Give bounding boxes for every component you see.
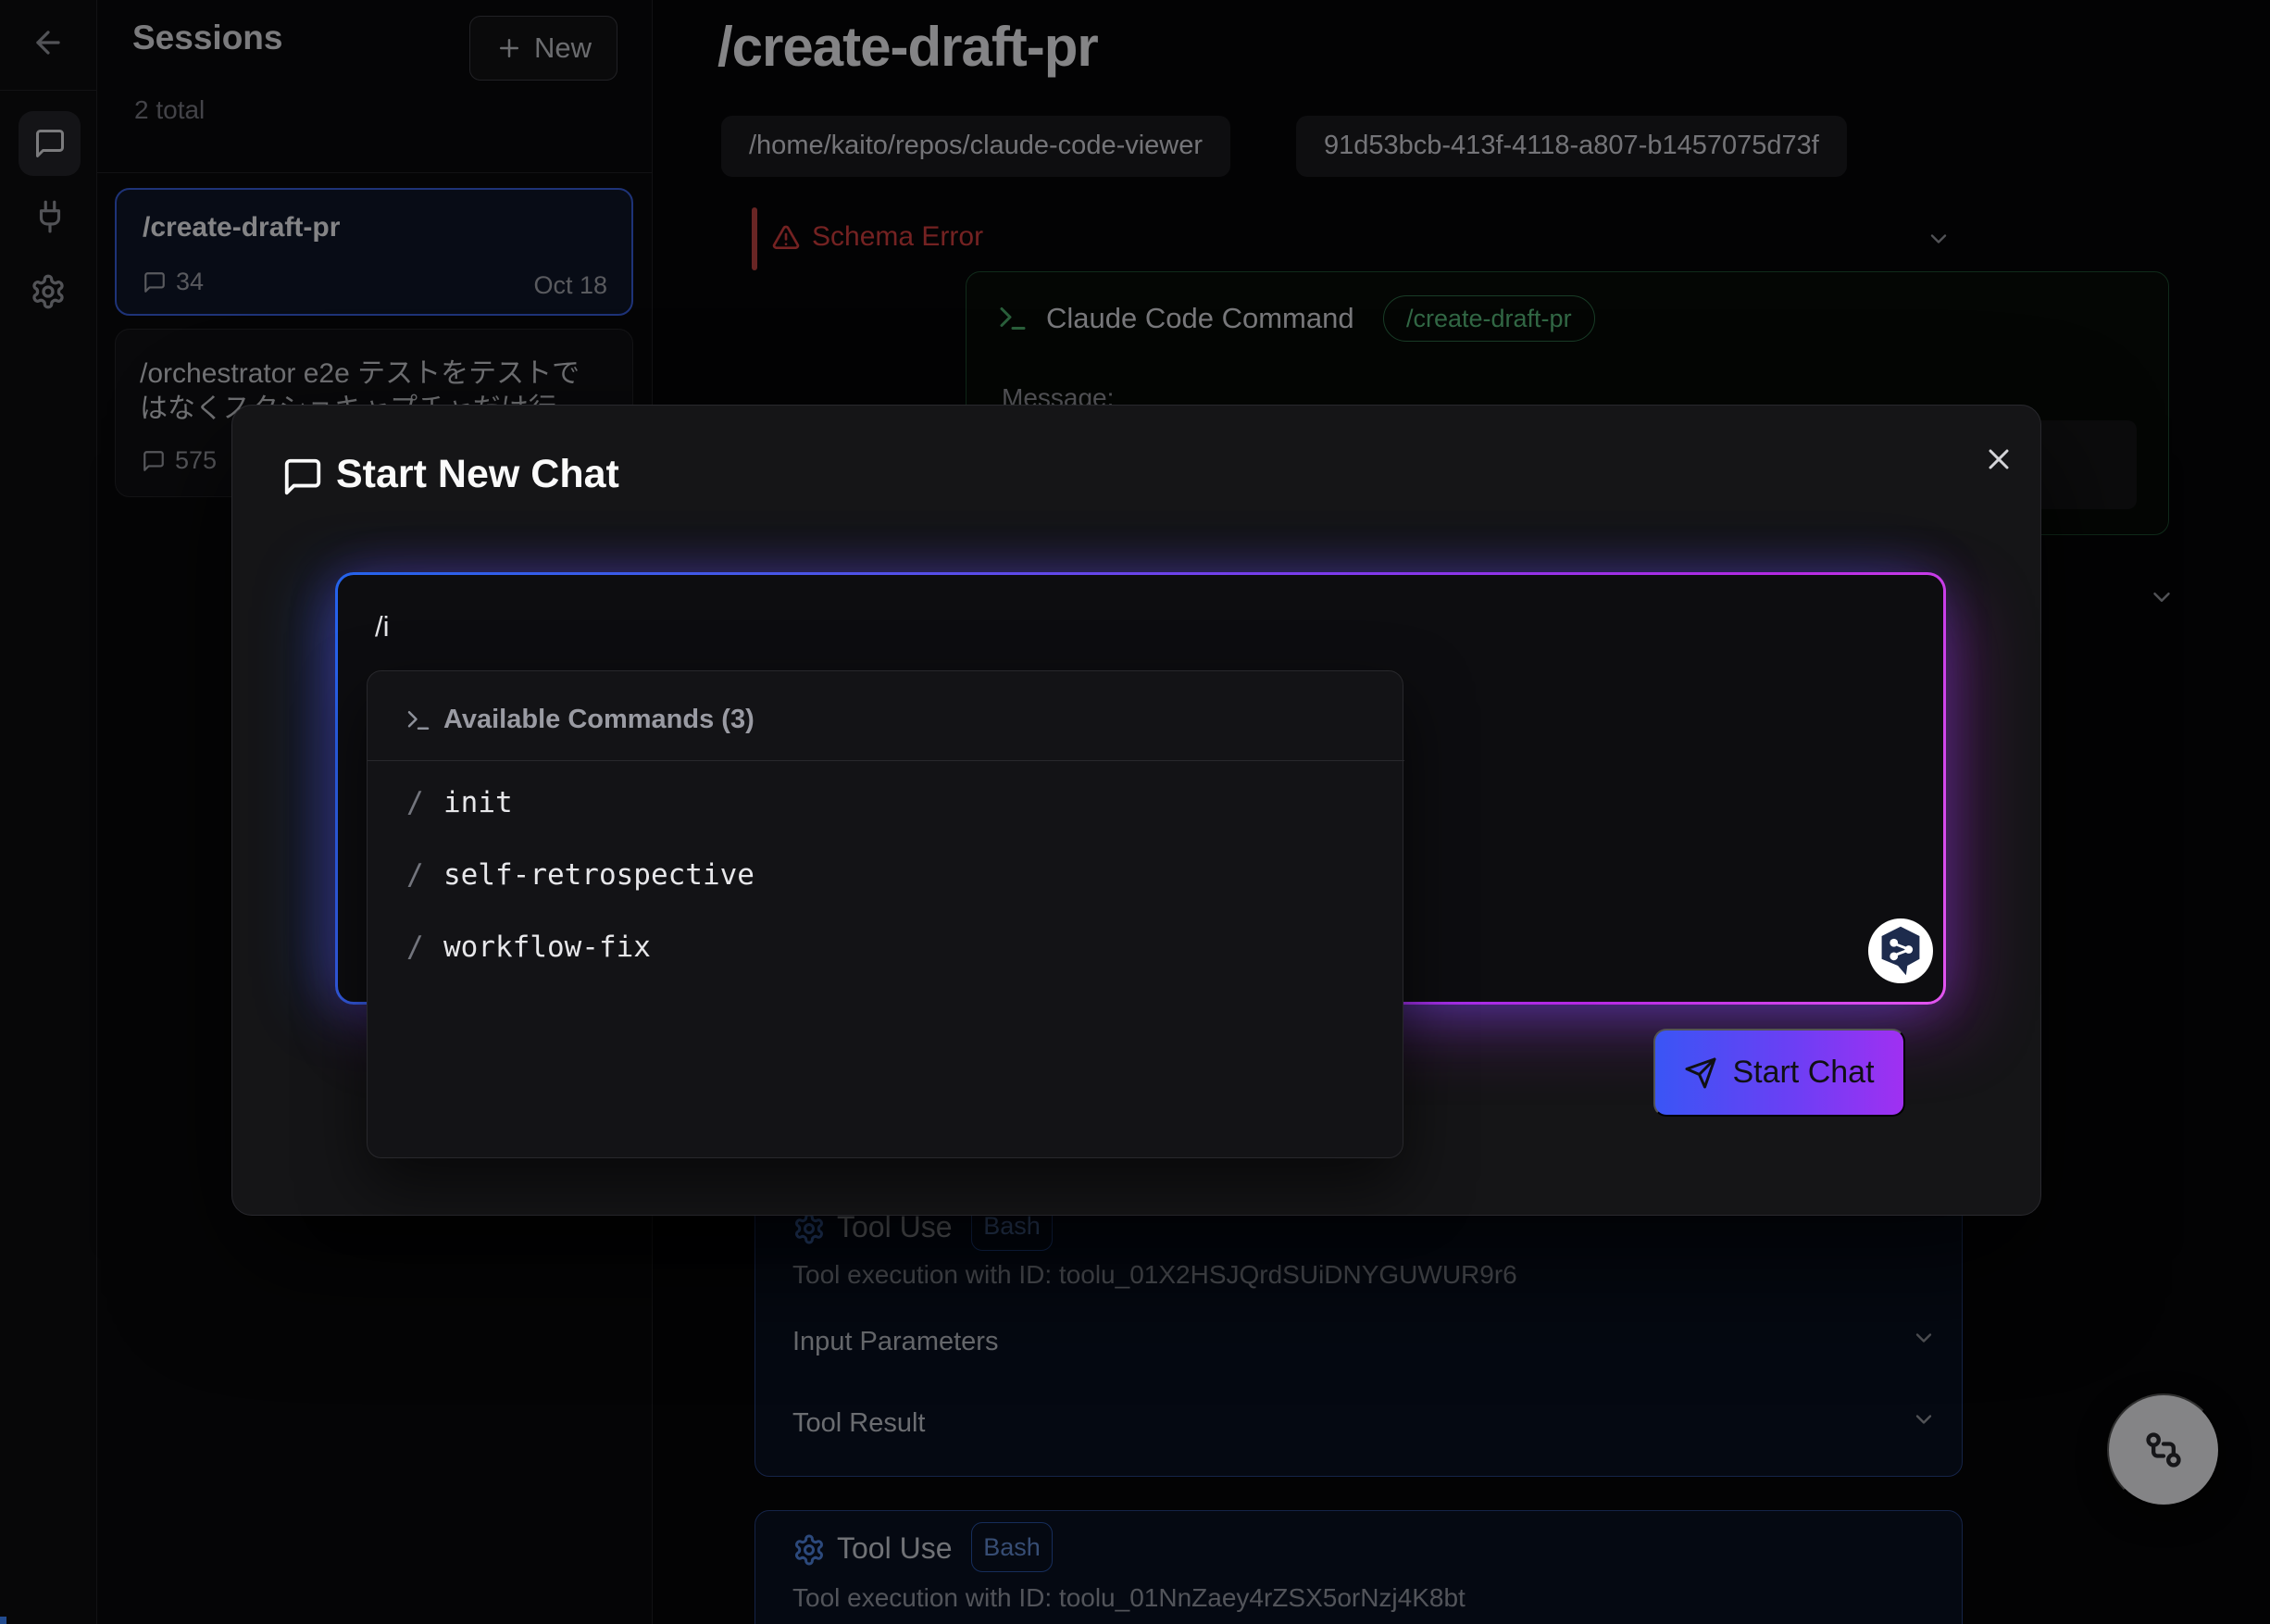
command-prefix: / xyxy=(406,931,424,964)
start-chat-button[interactable]: Start Chat xyxy=(1653,1029,1905,1117)
command-name: workflow-fix xyxy=(443,931,651,964)
command-name: self-retrospective xyxy=(443,858,755,892)
send-icon xyxy=(1684,1056,1717,1090)
message-square-icon xyxy=(281,456,324,498)
modal-title: Start New Chat xyxy=(336,452,619,497)
command-option-workflow-fix[interactable]: / workflow-fix xyxy=(368,918,1404,979)
command-prefix: / xyxy=(406,786,424,819)
app-logo-badge[interactable] xyxy=(1868,918,1933,983)
close-icon xyxy=(1982,443,2015,476)
dropdown-divider xyxy=(368,760,1404,761)
available-commands-header: Available Commands (3) xyxy=(443,705,755,735)
command-option-init[interactable]: / init xyxy=(368,773,1404,834)
start-new-chat-modal: Start New Chat /i Available Commands (3)… xyxy=(231,405,2041,1216)
chat-input-value: /i xyxy=(375,610,390,643)
command-name: init xyxy=(443,786,513,819)
command-prefix: / xyxy=(406,858,424,892)
start-chat-label: Start Chat xyxy=(1732,1055,1874,1091)
app-root: Sessions New 2 total /create-draft-pr 34… xyxy=(0,0,2270,1624)
close-button[interactable] xyxy=(1977,437,2021,481)
commands-dropdown: Available Commands (3) / init / self-ret… xyxy=(367,670,1403,1158)
terminal-icon xyxy=(405,706,432,734)
command-option-self-retrospective[interactable]: / self-retrospective xyxy=(368,845,1404,906)
